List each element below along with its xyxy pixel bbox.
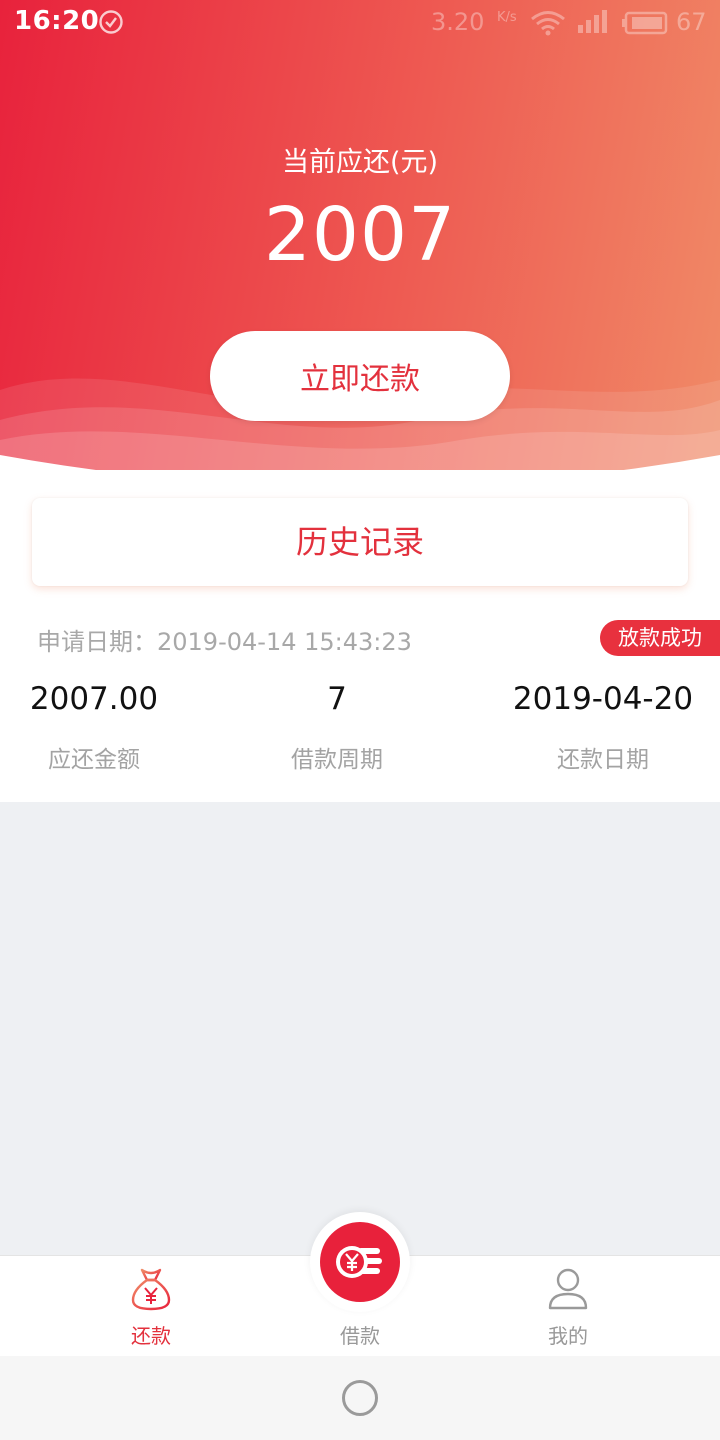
- repay-now-button[interactable]: 立即还款: [210, 331, 510, 421]
- coin-stack-icon: [336, 1246, 382, 1278]
- apply-date-row: 申请日期：2019-04-14 15:43:23: [37, 622, 412, 657]
- repay-amount-column: 2007.00 应还金额: [0, 678, 194, 774]
- repay-date-label: 还款日期: [557, 747, 649, 773]
- amount-due-value: 2007: [263, 192, 457, 278]
- tab-borrow-label: 借款: [340, 1324, 380, 1348]
- signal-icon: [578, 10, 607, 33]
- amount-due-label: 当前应还(元): [281, 147, 439, 178]
- repay-amount-label: 应还金额: [48, 747, 140, 773]
- status-badge: 放款成功: [600, 620, 720, 656]
- hero-banner: 16:20 3.20 K/s 67 当前应还(元) 2007: [0, 0, 720, 500]
- wifi-icon: [531, 11, 565, 36]
- system-nav-bar: [0, 1356, 720, 1440]
- money-bag-icon: [131, 1268, 171, 1311]
- status-bar: 16:20 3.20 K/s 67: [0, 0, 720, 46]
- repay-date-column: 2019-04-20 还款日期: [503, 678, 703, 774]
- tab-repay[interactable]: 还款: [81, 1256, 221, 1356]
- tab-mine[interactable]: 我的: [498, 1256, 638, 1356]
- battery-icon: [622, 11, 668, 35]
- loan-period-column: 7 借款周期: [237, 678, 437, 774]
- user-icon: [548, 1268, 588, 1310]
- apply-date-label: 申请日期：: [37, 628, 157, 656]
- tab-repay-label: 还款: [131, 1324, 171, 1348]
- history-button[interactable]: 历史记录: [32, 498, 688, 586]
- battery-level: 67: [676, 8, 707, 36]
- borrow-fab-ring: [310, 1212, 410, 1312]
- loan-period-label: 借款周期: [291, 747, 383, 773]
- repay-date-value: 2019-04-20: [512, 681, 694, 717]
- network-speed-unit: K/s: [497, 10, 517, 25]
- tab-mine-label: 我的: [548, 1324, 588, 1348]
- home-button[interactable]: [342, 1380, 378, 1416]
- loan-period-value: 7: [327, 681, 347, 717]
- network-speed: 3.20: [431, 8, 485, 36]
- apply-date-value: 2019-04-14 15:43:23: [157, 628, 412, 656]
- borrow-fab-button[interactable]: [320, 1222, 400, 1302]
- check-circle-icon: [99, 10, 123, 34]
- repay-amount-value: 2007.00: [29, 681, 159, 717]
- status-time: 16:20: [14, 6, 100, 36]
